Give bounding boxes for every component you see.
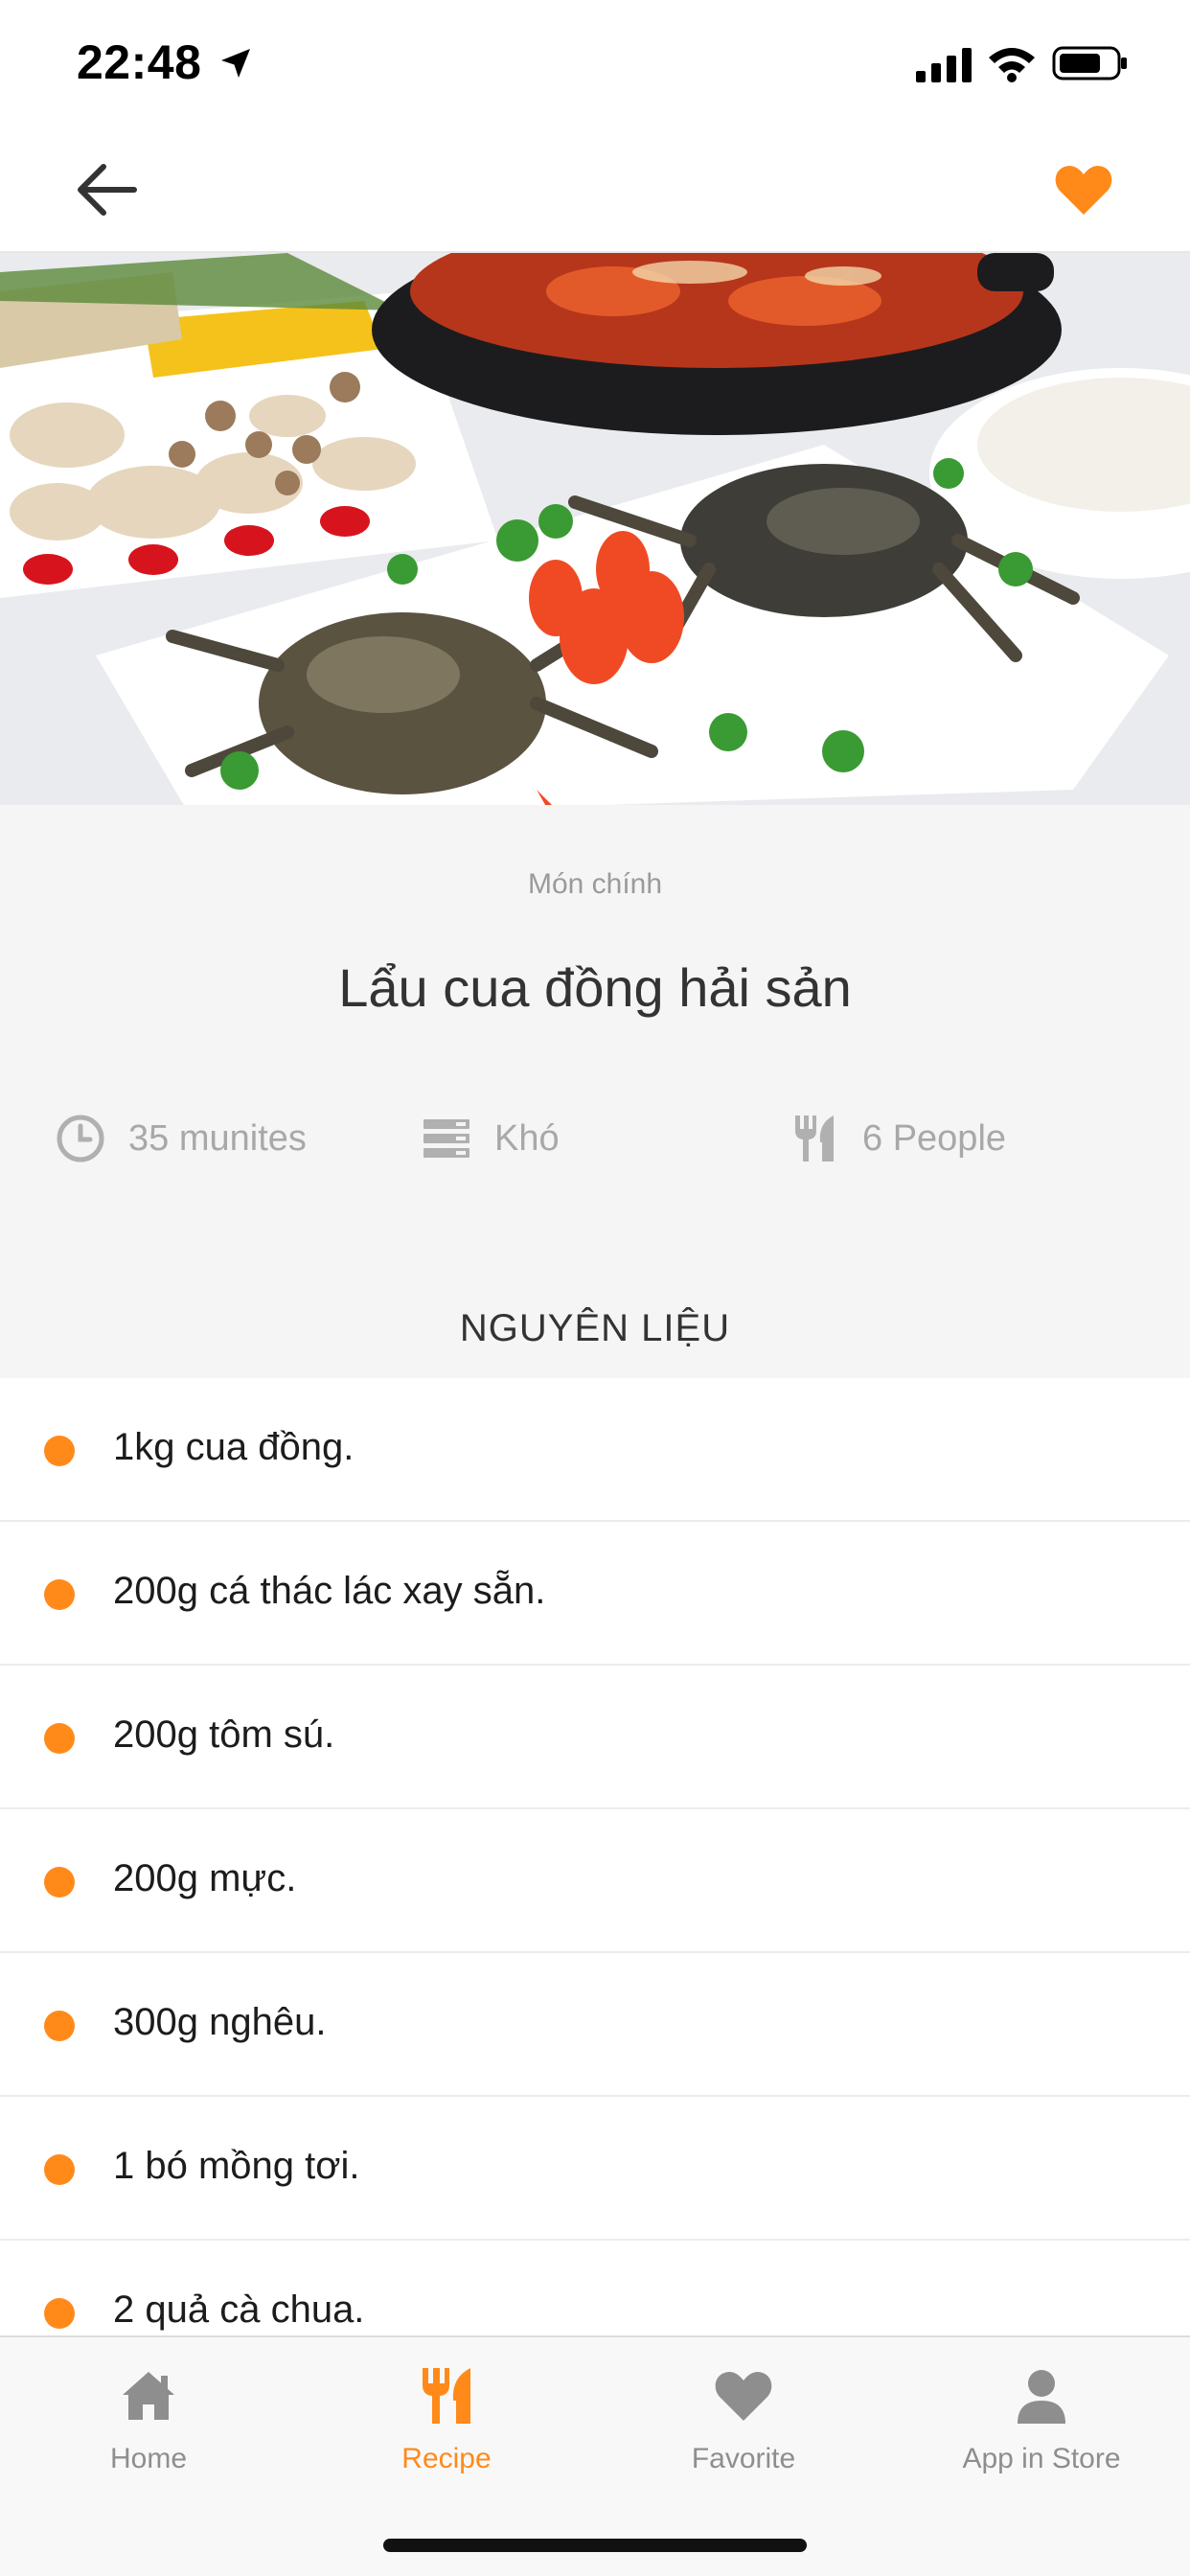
- list-item: 1kg cua đồng.: [0, 1378, 1190, 1522]
- bullet-dot: [44, 1723, 75, 1754]
- tab-home-label: Home: [109, 2443, 188, 2474]
- meta-difficulty-text: Khó: [494, 1117, 560, 1159]
- tab-recipe-label: Recipe: [401, 2443, 492, 2474]
- meta-cook-time-text: 35 munites: [128, 1117, 307, 1159]
- list-item: 200g cá thác lác xay sẵn.: [0, 1522, 1190, 1666]
- list-item: 200g mực.: [0, 1809, 1190, 1953]
- heart-icon: [1055, 166, 1112, 215]
- person-icon: [1018, 2370, 1065, 2424]
- recipe-title: Lẩu cua đồng hải sản: [338, 957, 852, 1018]
- recipe-hero-image: [0, 253, 1190, 805]
- fork-knife-icon: [795, 1116, 834, 1162]
- ingredient-text: 300g nghêu.: [113, 2001, 327, 2043]
- heart-icon: [715, 2372, 772, 2421]
- battery-icon: [1052, 46, 1127, 80]
- list-item: 1 bó mồng tơi.: [0, 2097, 1190, 2241]
- list-item: 200g tôm sú.: [0, 1666, 1190, 1809]
- bullet-dot: [44, 1436, 75, 1466]
- ingredient-text: 200g mực.: [113, 1857, 297, 1899]
- tab-recipe[interactable]: Recipe: [298, 2366, 595, 2475]
- fork-knife-icon: [423, 2368, 470, 2424]
- ingredient-text: 200g tôm sú.: [113, 1714, 335, 1756]
- ingredients-heading: NGUYÊN LIỆU: [459, 1307, 731, 1349]
- bullet-dot: [44, 2154, 75, 2185]
- back-button[interactable]: [75, 161, 138, 218]
- arrow-left-icon: [78, 164, 137, 216]
- status-time: 22:48: [77, 35, 202, 89]
- ingredient-text: 1 bó mồng tơi.: [113, 2145, 360, 2187]
- bullet-dot: [44, 2011, 75, 2041]
- tab-app-in-store[interactable]: App in Store: [893, 2366, 1190, 2475]
- ingredient-text: 1kg cua đồng.: [113, 1426, 355, 1468]
- meta-servings-text: 6 People: [862, 1117, 1007, 1159]
- server-stack-icon: [423, 1119, 469, 1158]
- wifi-icon: [989, 48, 1035, 82]
- favorite-toggle-button[interactable]: [1054, 163, 1113, 217]
- home-indicator[interactable]: [383, 2539, 807, 2552]
- recipe-category: Món chính: [527, 868, 663, 900]
- bullet-dot: [44, 2298, 75, 2329]
- ingredient-text: 200g cá thác lác xay sẵn.: [113, 1570, 546, 1612]
- tab-favorite-label: Favorite: [691, 2443, 796, 2474]
- home-icon: [123, 2372, 174, 2420]
- cellular-signal-icon: [916, 48, 972, 82]
- status-bar: 22:48: [0, 0, 1190, 126]
- tab-favorite[interactable]: Favorite: [595, 2366, 892, 2475]
- ingredients-list: 1kg cua đồng. 200g cá thác lác xay sẵn. …: [0, 1378, 1190, 2384]
- ingredient-text: 2 quả cà chua.: [113, 2288, 365, 2331]
- clock-icon: [57, 1115, 104, 1162]
- tab-app-in-store-label: App in Store: [962, 2443, 1121, 2474]
- meta-servings: 6 People: [790, 1112, 1006, 1165]
- nav-bar: [0, 126, 1190, 253]
- meta-cook-time: 35 munites: [56, 1112, 307, 1165]
- tab-home[interactable]: Home: [0, 2366, 297, 2475]
- bullet-dot: [44, 1867, 75, 1898]
- recipe-info-panel: Món chính Lẩu cua đồng hải sản 35 munite…: [0, 805, 1190, 1378]
- list-item: 300g nghêu.: [0, 1953, 1190, 2097]
- meta-difficulty: Khó: [422, 1112, 560, 1165]
- location-arrow-icon: [221, 49, 250, 78]
- bullet-dot: [44, 1579, 75, 1610]
